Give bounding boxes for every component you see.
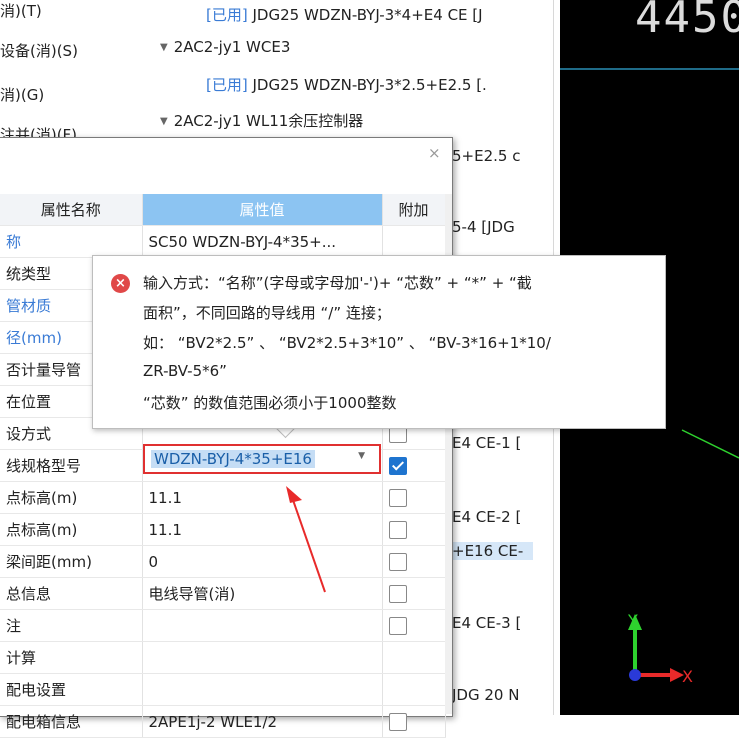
red-arrow-line [292,499,326,593]
error-icon: × [111,274,130,293]
tooltip-line: “芯数” 的数值范围必须小于1000整数 [143,394,397,412]
checkbox[interactable] [388,712,407,731]
input-hint-tooltip: × 输入方式：“名称”(字母或字母加'-')+ “芯数” + “*” + “截 … [92,255,666,429]
tooltip-line: 如： “BV2*2.5” 、 “BV2*2.5+3*10” 、 “BV-3*16… [143,334,551,352]
tooltip-line: ZR-BV-5*6” [143,362,227,380]
tooltip-line: 输入方式：“名称”(字母或字母加'-')+ “芯数” + “*” + “截 [143,274,532,292]
red-arrow-head [286,486,302,503]
tooltip-line: 面积”，不同回路的导线用 “/” 连接； [143,304,391,322]
